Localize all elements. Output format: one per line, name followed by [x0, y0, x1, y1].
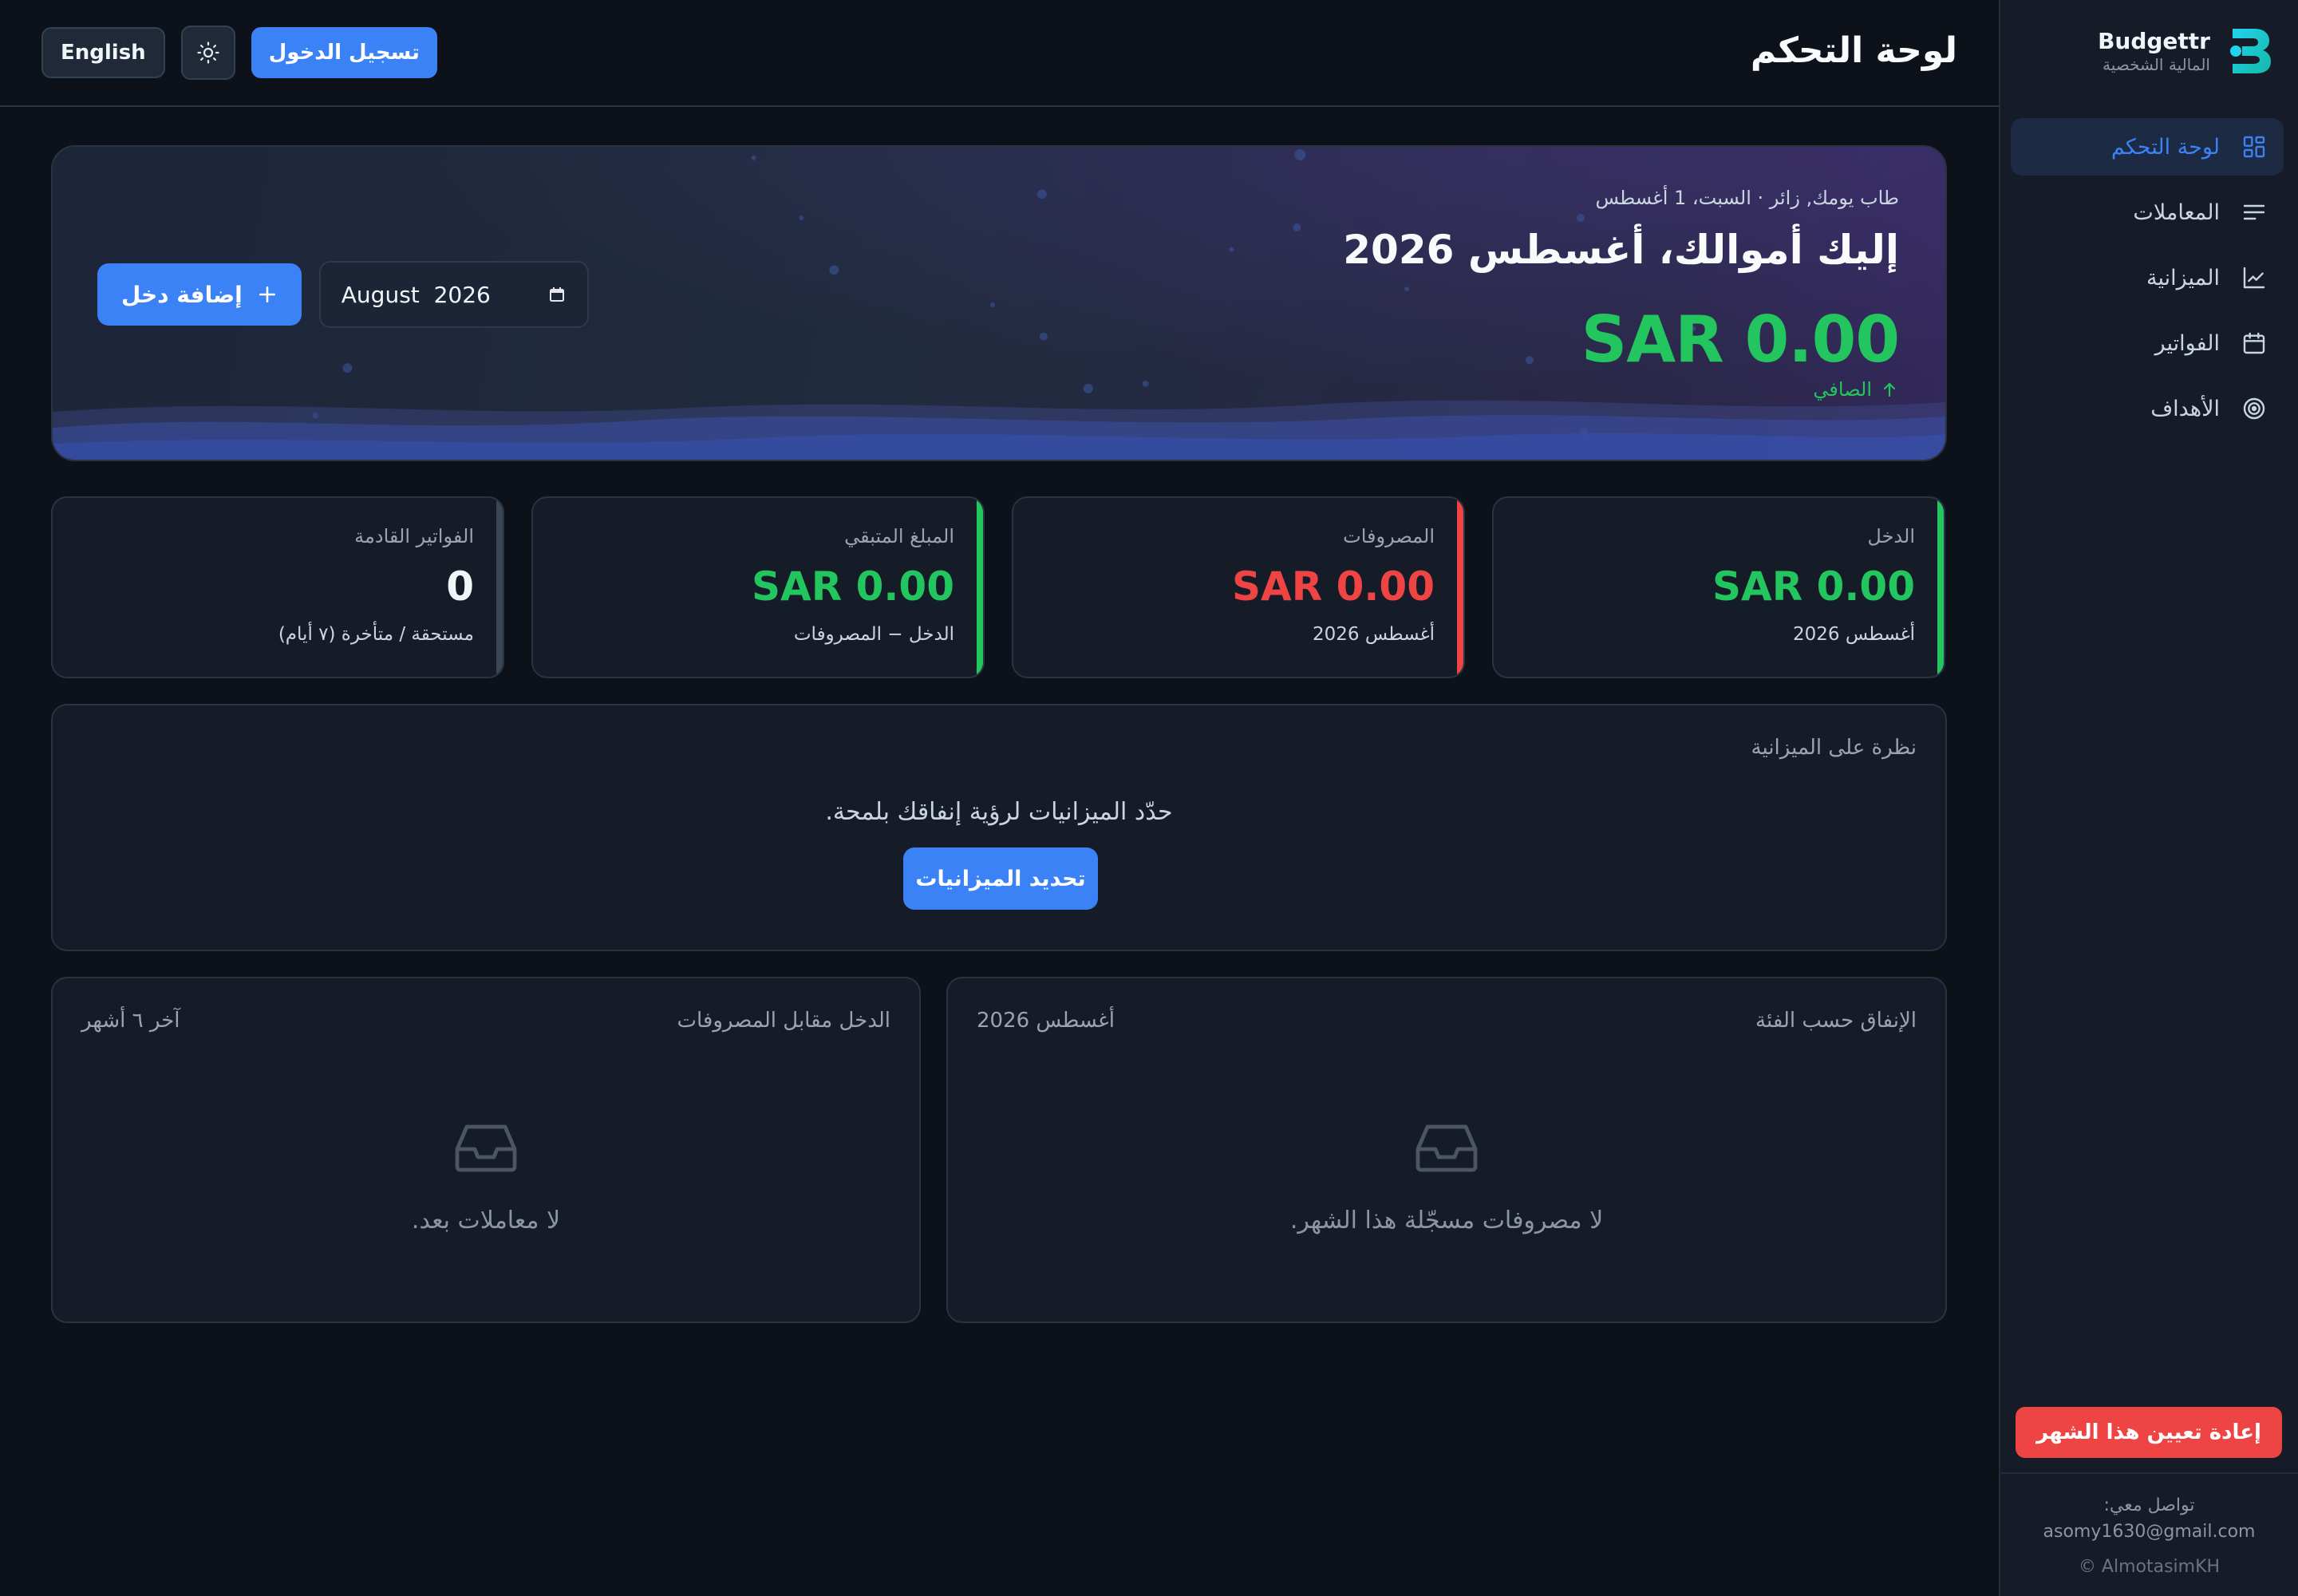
- hero-greeting: طاب يومك, زائر · السبت، 1 أغسطس: [1595, 187, 1899, 209]
- set-budgets-button[interactable]: تحديد الميزانيات: [903, 847, 1098, 910]
- brand-name: Budgettr: [2098, 28, 2210, 54]
- line-chart-icon: [2241, 264, 2268, 291]
- sidebar-item-label: لوحة التحكم: [2110, 134, 2220, 160]
- stat-accent-bar: [496, 498, 503, 677]
- sidebar: Budgettr المالية الشخصية لوحة التحكم الم…: [1999, 0, 2298, 1596]
- plus-icon: [259, 286, 275, 302]
- header-actions: تسجيل الدخول English: [41, 26, 437, 80]
- page-title: لوحة التحكم: [1750, 30, 1957, 71]
- hero-controls: إضافة دخل August 2026: [97, 261, 589, 328]
- contact-label: تواصل معي:: [2103, 1495, 2195, 1515]
- stat-value: SAR 0.00: [1712, 563, 1915, 610]
- stat-accent-bar: [977, 498, 983, 677]
- login-button[interactable]: تسجيل الدخول: [251, 27, 437, 78]
- hero-summary-card: طاب يومك, زائر · السبت، 1 أغسطس إليك أمو…: [51, 145, 1947, 461]
- sidebar-item-label: الأهداف: [2150, 396, 2220, 421]
- brand-logo-icon: [2230, 29, 2271, 73]
- stat-value: SAR 0.00: [1232, 563, 1435, 610]
- add-income-button[interactable]: إضافة دخل: [97, 263, 302, 326]
- sidebar-item-label: الميزانية: [2146, 265, 2220, 290]
- stat-subtext: الدخل − المصروفات: [793, 624, 954, 645]
- stat-card-remaining: المبلغ المتبقي SAR 0.00 الدخل − المصروفا…: [531, 496, 985, 678]
- budget-overview-card: نظرة على الميزانية حدّد الميزانيات لرؤية…: [51, 704, 1947, 951]
- contact-email-link[interactable]: asomy1630@gmail.com: [2000, 1519, 2298, 1546]
- target-icon: [2241, 395, 2268, 422]
- sidebar-footer: تواصل معي: asomy1630@gmail.com © Almotas…: [2000, 1472, 2298, 1596]
- calendar-icon[interactable]: [547, 285, 567, 304]
- stat-subtext: مستحقة / متأخرة (٧ أيام): [278, 624, 474, 645]
- language-switch-button[interactable]: English: [41, 27, 165, 78]
- stat-card-upcoming-bills: الفواتير القادمة 0 مستحقة / متأخرة (٧ أي…: [51, 496, 504, 678]
- net-label: الصافي: [1813, 378, 1899, 401]
- stat-label: الدخل: [1867, 525, 1915, 547]
- sidebar-nav: لوحة التحكم المعاملات الميزانية الفواتير…: [2011, 118, 2284, 445]
- income-vs-expenses-card: الدخل مقابل المصروفات آخر ٦ أشهر لا معام…: [51, 977, 921, 1323]
- reset-month-button[interactable]: إعادة تعيين هذا الشهر: [2016, 1407, 2282, 1458]
- stat-label: الفواتير القادمة: [354, 525, 474, 547]
- sidebar-item-label: المعاملات: [2133, 200, 2220, 225]
- stat-card-expenses: المصروفات SAR 0.00 أغسطس 2026: [1012, 496, 1465, 678]
- copyright-text: © AlmotasimKH: [2078, 1557, 2221, 1577]
- brand-tagline: المالية الشخصية: [2102, 55, 2210, 74]
- stat-value: SAR 0.00: [752, 563, 954, 610]
- panel-period: آخر ٦ أشهر: [81, 1009, 180, 1033]
- arrow-up-icon: [1883, 382, 1896, 397]
- sidebar-item-label: الفواتير: [2154, 330, 2220, 356]
- net-label-text: الصافي: [1813, 378, 1872, 401]
- sidebar-item-bills[interactable]: الفواتير: [2011, 314, 2284, 372]
- top-header: لوحة التحكم تسجيل الدخول English: [0, 0, 1999, 107]
- empty-state-message: لا معاملات بعد.: [411, 1207, 561, 1235]
- theme-toggle-button[interactable]: [180, 26, 235, 80]
- add-income-label: إضافة دخل: [121, 281, 243, 308]
- stat-label: المبلغ المتبقي: [844, 525, 954, 547]
- inbox-icon: [1416, 1124, 1478, 1172]
- month-picker-input[interactable]: August 2026: [318, 261, 589, 328]
- empty-state-message: لا مصروفات مسجّلة هذا الشهر.: [1289, 1207, 1604, 1235]
- stat-value: 0: [446, 563, 474, 610]
- stat-accent-bar: [1457, 498, 1463, 677]
- inbox-icon: [455, 1124, 517, 1172]
- stat-card-income: الدخل SAR 0.00 أغسطس 2026: [1492, 496, 1945, 678]
- stat-subtext: أغسطس 2026: [1793, 624, 1915, 645]
- sun-icon: [197, 41, 219, 64]
- sidebar-item-goals[interactable]: الأهداف: [2011, 380, 2284, 437]
- list-lines-icon: [2241, 199, 2268, 226]
- budget-overview-title: نظرة على الميزانية: [1751, 736, 1917, 760]
- spending-by-category-card: الإنفاق حسب الفئة أغسطس 2026 لا مصروفات …: [946, 977, 1947, 1323]
- sidebar-item-dashboard[interactable]: لوحة التحكم: [2011, 118, 2284, 176]
- calendar-icon: [2241, 330, 2268, 357]
- sidebar-item-budget[interactable]: الميزانية: [2011, 249, 2284, 306]
- dashboard-grid-icon: [2241, 133, 2268, 160]
- stat-subtext: أغسطس 2026: [1313, 624, 1435, 645]
- hero-title: إليك أموالك، أغسطس 2026: [1343, 227, 1899, 273]
- panel-title: الدخل مقابل المصروفات: [677, 1009, 890, 1033]
- stat-accent-bar: [1937, 498, 1944, 677]
- month-picker-value: August 2026: [341, 281, 491, 308]
- sidebar-item-transactions[interactable]: المعاملات: [2011, 184, 2284, 241]
- budget-overview-message: حدّد الميزانيات لرؤية إنفاقك بلمحة.: [825, 798, 1173, 826]
- hero-waves: [53, 400, 1945, 460]
- brand[interactable]: Budgettr المالية الشخصية: [2098, 26, 2272, 77]
- panel-period: أغسطس 2026: [977, 1009, 1115, 1033]
- net-amount: SAR 0.00: [1581, 302, 1900, 377]
- stat-label: المصروفات: [1343, 525, 1435, 547]
- panel-title: الإنفاق حسب الفئة: [1755, 1009, 1917, 1033]
